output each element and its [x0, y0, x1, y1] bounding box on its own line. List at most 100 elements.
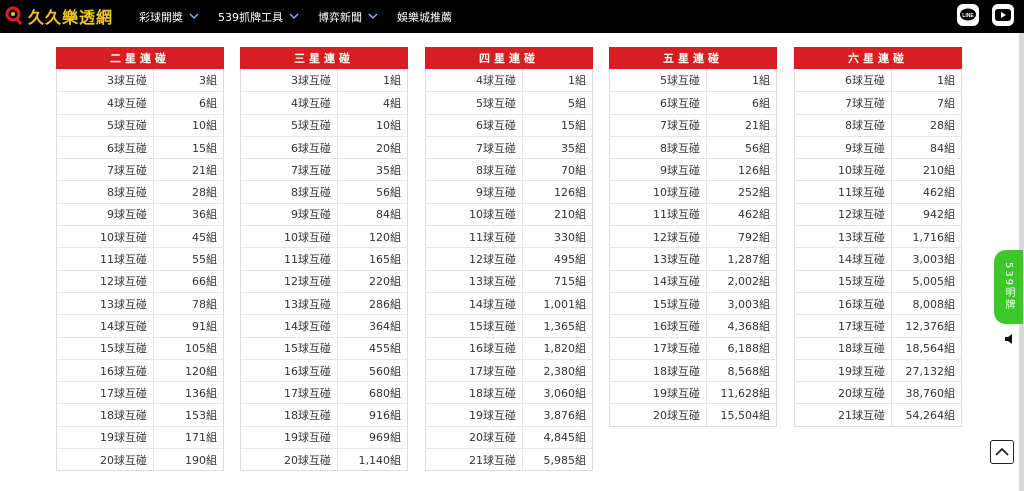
table-row: 6球互碰 15組: [426, 113, 592, 136]
ball-count-cell: 6球互碰: [57, 136, 154, 159]
table-row: 10球互碰 252組: [610, 180, 776, 203]
table-row: 4球互碰 4組: [241, 91, 407, 114]
group-count-cell: 20組: [376, 141, 401, 155]
nav-item-casino-recommend[interactable]: 娛樂城推薦: [397, 9, 452, 25]
group-count-cell: 252組: [738, 186, 770, 200]
ball-count-cell: 10球互碰: [426, 203, 523, 226]
group-count-cell: 120組: [185, 364, 217, 378]
ball-count-cell: 15球互碰: [57, 337, 154, 359]
table-row: 5球互碰 10組: [57, 113, 223, 136]
ball-count-cell: 11球互碰: [795, 181, 892, 203]
table-row: 14球互碰 1,001組: [426, 291, 592, 315]
ball-count-cell: 4球互碰: [241, 92, 338, 114]
site-logo[interactable]: 久久樂透網: [4, 5, 113, 27]
group-count-cell: 78組: [192, 297, 217, 311]
table-row: 9球互碰 36組: [57, 202, 223, 226]
ball-count-cell: 12球互碰: [426, 248, 523, 270]
table-row: 5球互碰 5組: [426, 91, 592, 114]
table-row: 11球互碰 462組: [795, 180, 961, 203]
group-count-cell: 210組: [923, 163, 955, 177]
nav-item-539-tools[interactable]: 539抓牌工具: [218, 9, 299, 25]
ball-count-cell: 8球互碰: [57, 181, 154, 203]
ball-count-cell: 13球互碰: [610, 248, 707, 270]
group-count-cell: 56組: [376, 186, 401, 200]
table-row: 8球互碰 56組: [241, 180, 407, 203]
line-icon: LINE: [960, 8, 976, 21]
youtube-button[interactable]: [992, 4, 1014, 26]
nav-item-gaming-news[interactable]: 博弈新聞: [318, 9, 378, 25]
group-count-cell: 18,564組: [905, 342, 956, 356]
ball-count-cell: 17球互碰: [57, 382, 154, 404]
table-row: 9球互碰 126組: [610, 158, 776, 181]
ball-count-cell: 5球互碰: [610, 69, 707, 92]
group-count-cell: 136組: [185, 386, 217, 400]
ball-count-cell: 12球互碰: [610, 226, 707, 248]
table-row: 8球互碰 28組: [795, 113, 961, 136]
back-to-top-button[interactable]: [990, 440, 1014, 464]
group-count-cell: 942組: [923, 208, 955, 222]
table-row: 15球互碰 105組: [57, 336, 223, 359]
ball-count-cell: 21球互碰: [795, 404, 892, 426]
group-count-cell: 1組: [937, 74, 955, 88]
table-row: 6球互碰 20組: [241, 135, 407, 159]
ball-count-cell: 6球互碰: [610, 92, 707, 114]
nav-label: 博弈新聞: [318, 10, 362, 24]
top-navbar: 久久樂透網 彩球開獎 539抓牌工具 博弈新聞 娛樂城推薦 LINE: [0, 0, 1024, 33]
ball-count-cell: 17球互碰: [610, 337, 707, 359]
table-title: 五星連碰: [609, 47, 777, 69]
group-count-cell: 28組: [192, 186, 217, 200]
ball-count-cell: 3球互碰: [241, 69, 338, 92]
line-button[interactable]: LINE: [957, 4, 979, 26]
table-row: 13球互碰 1,287組: [610, 247, 776, 270]
table-row: 14球互碰 3,003組: [795, 247, 961, 270]
table-row: 7球互碰 21組: [57, 158, 223, 181]
ball-count-cell: 6球互碰: [426, 114, 523, 136]
table-row: 8球互碰 28組: [57, 180, 223, 203]
table-row: 17球互碰 12,376組: [795, 314, 961, 337]
group-count-cell: 1,140組: [358, 453, 402, 467]
group-count-cell: 916組: [369, 409, 401, 423]
table-row: 10球互碰 120組: [241, 225, 407, 248]
group-count-cell: 969組: [369, 431, 401, 445]
group-count-cell: 55組: [192, 253, 217, 267]
youtube-icon: [995, 9, 1011, 21]
group-count-cell: 495組: [554, 253, 586, 267]
group-count-cell: 330組: [554, 230, 586, 244]
side-tab-539-tips[interactable]: 539明牌: [994, 250, 1023, 324]
ball-count-cell: 9球互碰: [426, 181, 523, 203]
group-count-cell: 3,876組: [543, 409, 587, 423]
ball-count-cell: 7球互碰: [795, 92, 892, 114]
table-row: 12球互碰 792組: [610, 225, 776, 248]
group-count-cell: 126組: [738, 163, 770, 177]
ball-count-cell: 13球互碰: [795, 226, 892, 248]
nav-label: 彩球開獎: [139, 10, 183, 24]
group-count-cell: 84組: [376, 208, 401, 222]
table-row: 20球互碰 38,760組: [795, 381, 961, 404]
ball-count-cell: 10球互碰: [241, 226, 338, 248]
table-row: 21球互碰 54,264組: [795, 403, 961, 426]
nav-item-lottery-results[interactable]: 彩球開獎: [139, 9, 199, 25]
ball-count-cell: 16球互碰: [57, 359, 154, 382]
group-count-cell: 1,001組: [543, 297, 587, 311]
group-count-cell: 84組: [930, 141, 955, 155]
svg-text:LINE: LINE: [962, 13, 974, 19]
table-row: 15球互碰 3,003組: [610, 291, 776, 315]
speaker-icon[interactable]: [1004, 333, 1016, 345]
ball-count-cell: 14球互碰: [57, 315, 154, 337]
ball-count-cell: 13球互碰: [57, 292, 154, 315]
group-count-cell: 286組: [369, 297, 401, 311]
combo-table: 六星連碰 6球互碰 1組 7球互碰 7組 8球互碰 28組 9球互碰 84組 10球互碰 210組 1…: [794, 47, 962, 427]
logo-icon: [5, 6, 23, 25]
table-row: 13球互碰 715組: [426, 269, 592, 292]
group-count-cell: 3組: [199, 74, 217, 88]
group-count-cell: 680組: [369, 386, 401, 400]
ball-count-cell: 19球互碰: [426, 404, 523, 426]
ball-count-cell: 10球互碰: [795, 159, 892, 181]
group-count-cell: 66組: [192, 275, 217, 289]
table-row: 12球互碰 66組: [57, 269, 223, 292]
group-count-cell: 3,060組: [543, 386, 587, 400]
group-count-cell: 27,132組: [905, 364, 956, 378]
ball-count-cell: 16球互碰: [426, 337, 523, 359]
table-row: 14球互碰 91組: [57, 314, 223, 337]
table-title: 六星連碰: [794, 47, 962, 69]
